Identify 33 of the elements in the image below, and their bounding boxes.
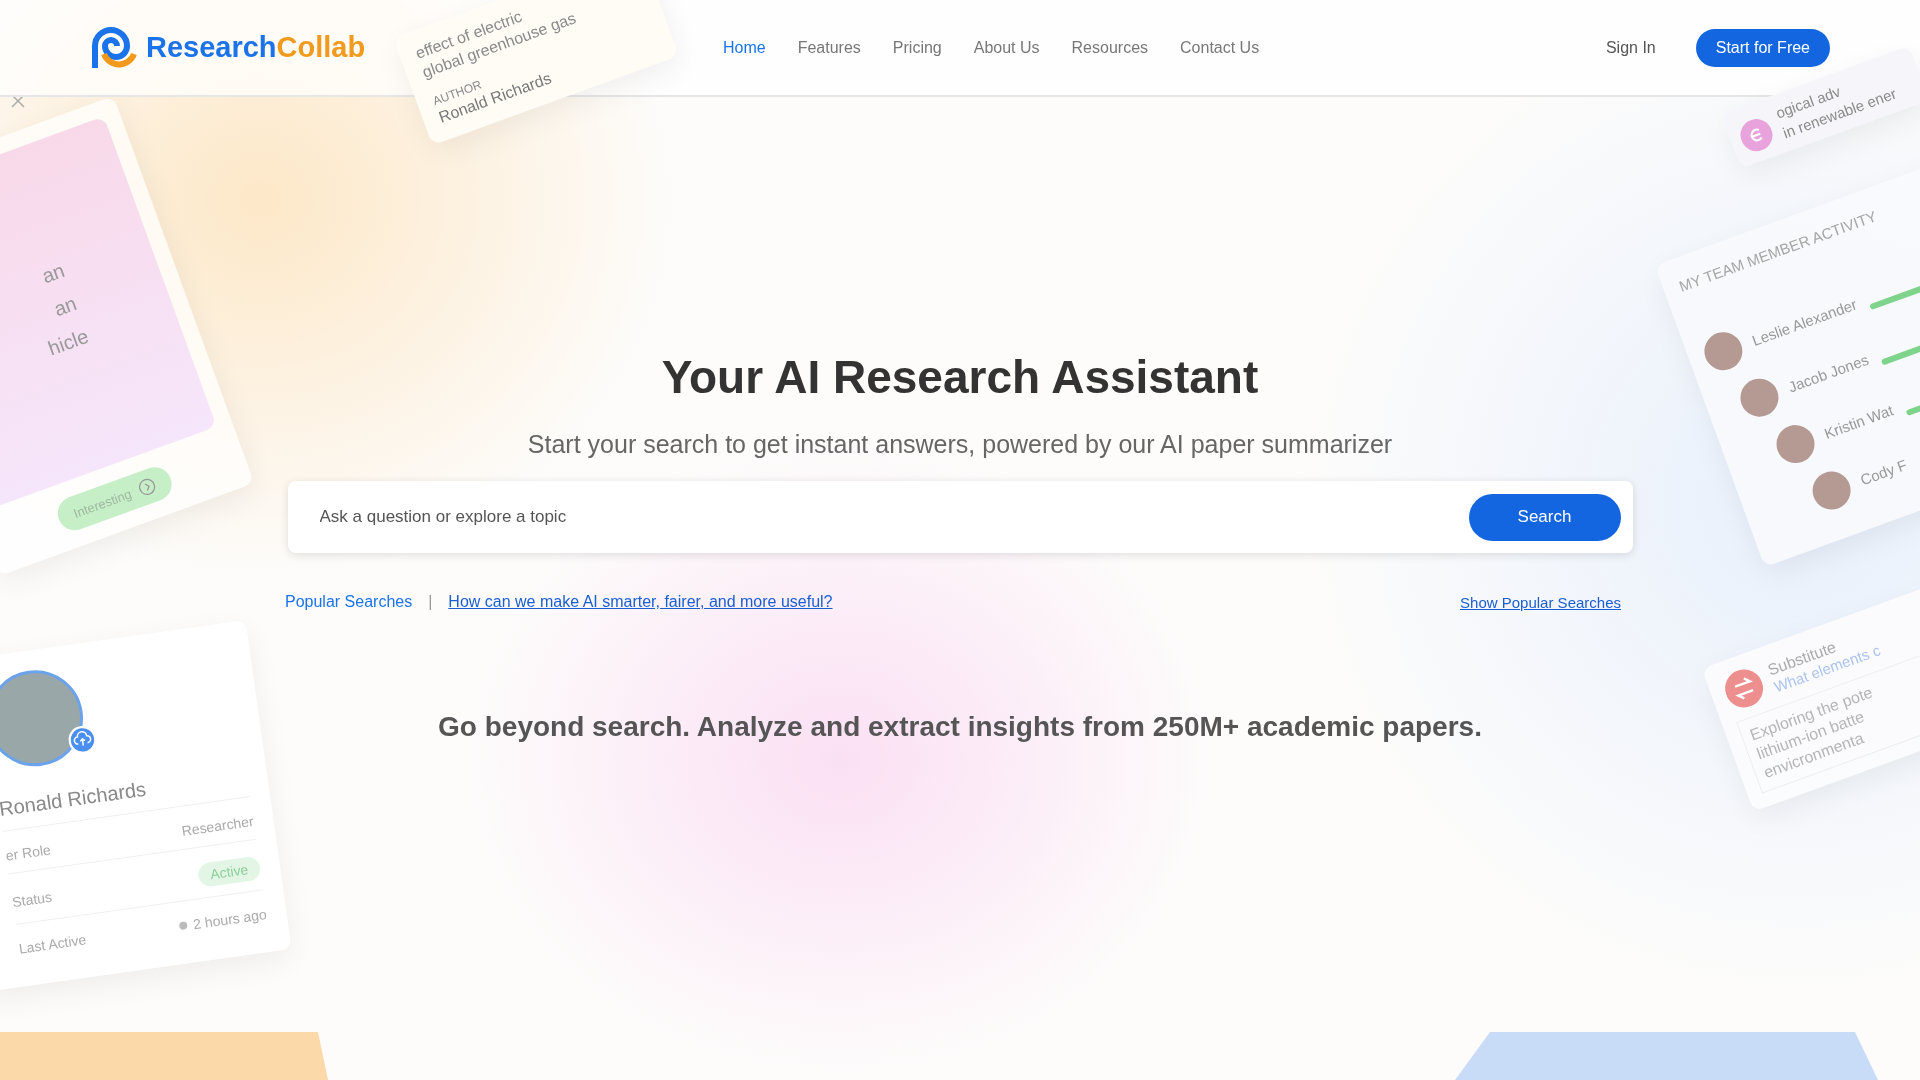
nav-link[interactable]: Contact Us (1180, 38, 1260, 57)
field-label: Last Active (17, 931, 88, 957)
member-name: Jacob Jones (1785, 350, 1871, 396)
nav-link[interactable]: Resources (1071, 38, 1149, 57)
sign-in-link[interactable]: Sign In (1605, 38, 1656, 57)
card-text: hicle (45, 324, 92, 360)
field-value: 2 hours ago (178, 906, 268, 935)
logo-text[interactable]: ResearchCollab (146, 31, 366, 64)
nav-link[interactable]: About Us (973, 38, 1040, 57)
nav-link[interactable]: Home (723, 38, 766, 57)
status-badge: Active (196, 855, 262, 888)
tagline: Go beyond search. Analyze and extract insights from 250M+ academic papers. (438, 711, 1482, 743)
card-text: an (38, 258, 68, 288)
start-free-button[interactable]: Start for Free (1695, 28, 1830, 67)
popular-search-link[interactable]: How can we make AI smarter, fairer, and more useful? (448, 593, 833, 611)
hero-subtitle: Start your search to get instant answers, powered by our AI paper summarizer (527, 430, 1393, 459)
logo-icon (90, 25, 138, 70)
nav-link[interactable]: Pricing (892, 38, 942, 57)
search-button[interactable]: Search (1468, 493, 1621, 541)
show-popular-link[interactable]: Show Popular Searches (1460, 593, 1621, 611)
search-field[interactable]: Ask a question or explore a topic Search (287, 481, 1633, 553)
field-label: er Role (4, 841, 52, 864)
field-value: Researcher (180, 812, 255, 839)
card-text: an (50, 291, 80, 321)
member-name: Kristin Wat (1821, 400, 1896, 442)
separator: | (428, 593, 433, 611)
field-label: Status (11, 888, 53, 911)
profile-name: Ronald Richards (0, 777, 148, 821)
nav-link[interactable]: Features (797, 38, 861, 57)
popular-searches-label: Popular Searches (285, 593, 413, 611)
close-icon (11, 94, 25, 108)
member-name: Cody F (1857, 455, 1910, 488)
hero-title: Your AI Research Assistant (661, 350, 1259, 404)
